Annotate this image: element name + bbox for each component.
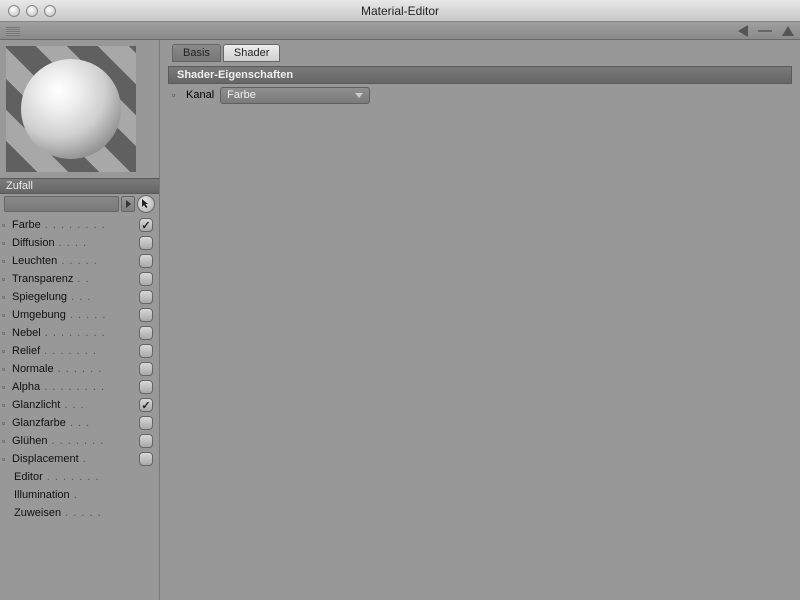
content-area: Basis Shader Shader-Eigenschaften ▫ Kana… bbox=[160, 40, 800, 600]
expand-icon[interactable]: ▫ bbox=[2, 436, 10, 446]
channel-gluehen[interactable]: ▫Glühen . . . . . . . bbox=[0, 432, 159, 450]
sub-item-editor[interactable]: Editor . . . . . . . bbox=[0, 468, 159, 486]
channel-label: Glühen . . . . . . . bbox=[12, 435, 139, 447]
grip-icon[interactable] bbox=[6, 26, 20, 36]
channel-checkbox[interactable] bbox=[139, 434, 153, 448]
channel-label: Alpha . . . . . . . . bbox=[12, 381, 139, 393]
channel-nebel[interactable]: ▫Nebel . . . . . . . . bbox=[0, 324, 159, 342]
expand-icon[interactable]: ▫ bbox=[2, 364, 10, 374]
sub-item-label: Illumination . bbox=[14, 489, 153, 501]
section-header: Shader-Eigenschaften bbox=[168, 66, 792, 84]
nav-up-icon[interactable] bbox=[782, 26, 794, 36]
channel-checkbox[interactable] bbox=[139, 452, 153, 466]
channel-label: Displacement . bbox=[12, 453, 139, 465]
toolbar bbox=[0, 22, 800, 40]
sub-item-label: Zuweisen . . . . . bbox=[14, 507, 153, 519]
channel-checkbox[interactable] bbox=[139, 326, 153, 340]
channel-label: Spiegelung . . . bbox=[12, 291, 139, 303]
channel-spiegelung[interactable]: ▫Spiegelung . . . bbox=[0, 288, 159, 306]
expand-icon[interactable]: ▫ bbox=[2, 292, 10, 302]
channel-label: Glanzlicht . . . bbox=[12, 399, 139, 411]
zoom-button[interactable] bbox=[44, 5, 56, 17]
cursor-arrow-icon bbox=[140, 198, 152, 210]
channel-label: Umgebung . . . . . bbox=[12, 309, 139, 321]
channel-glanzlicht[interactable]: ▫Glanzlicht . . . bbox=[0, 396, 159, 414]
channel-diffusion[interactable]: ▫Diffusion . . . . bbox=[0, 234, 159, 252]
tab-basis[interactable]: Basis bbox=[172, 44, 221, 62]
tab-bar: Basis Shader bbox=[172, 44, 792, 62]
channel-checkbox[interactable] bbox=[139, 344, 153, 358]
tab-shader[interactable]: Shader bbox=[223, 44, 280, 62]
channel-label: Diffusion . . . . bbox=[12, 237, 139, 249]
expand-icon[interactable]: ▫ bbox=[2, 400, 10, 410]
channel-checkbox[interactable] bbox=[139, 236, 153, 250]
channel-label: Glanzfarbe . . . bbox=[12, 417, 139, 429]
channel-label: Transparenz . . bbox=[12, 273, 139, 285]
channel-checkbox[interactable] bbox=[139, 362, 153, 376]
channel-relief[interactable]: ▫Relief . . . . . . . bbox=[0, 342, 159, 360]
expand-icon[interactable]: ▫ bbox=[2, 274, 10, 284]
minimize-button[interactable] bbox=[26, 5, 38, 17]
window-title: Material-Editor bbox=[361, 4, 439, 18]
material-preview[interactable] bbox=[6, 46, 136, 172]
property-row-kanal: ▫ Kanal Farbe bbox=[168, 84, 792, 106]
kanal-select[interactable]: Farbe bbox=[220, 87, 370, 104]
channel-farbe[interactable]: ▫Farbe . . . . . . . . bbox=[0, 216, 159, 234]
channel-label: Farbe . . . . . . . . bbox=[12, 219, 139, 231]
expand-icon[interactable]: ▫ bbox=[2, 454, 10, 464]
channel-leuchten[interactable]: ▫Leuchten . . . . . bbox=[0, 252, 159, 270]
kanal-value: Farbe bbox=[227, 89, 256, 101]
expand-icon[interactable]: ▫ bbox=[2, 328, 10, 338]
expand-icon[interactable]: ▫ bbox=[2, 418, 10, 428]
channel-alpha[interactable]: ▫Alpha . . . . . . . . bbox=[0, 378, 159, 396]
shader-select-field[interactable] bbox=[4, 196, 119, 212]
expand-icon[interactable]: ▫ bbox=[2, 382, 10, 392]
sub-item-illumination[interactable]: Illumination . bbox=[0, 486, 159, 504]
channel-checkbox[interactable] bbox=[139, 218, 153, 232]
chevron-down-icon bbox=[355, 93, 363, 98]
sidebar: Zufall ▫Farbe . . . . . . . .▫Diffusion … bbox=[0, 40, 160, 600]
channel-label: Normale . . . . . . bbox=[12, 363, 139, 375]
expand-icon[interactable]: ▫ bbox=[2, 256, 10, 266]
expand-icon[interactable]: ▫ bbox=[2, 346, 10, 356]
expand-icon[interactable]: ▫ bbox=[172, 90, 180, 100]
channel-displacement[interactable]: ▫Displacement . bbox=[0, 450, 159, 468]
nav-divider bbox=[758, 30, 772, 32]
channel-label: Leuchten . . . . . bbox=[12, 255, 139, 267]
channel-transparenz[interactable]: ▫Transparenz . . bbox=[0, 270, 159, 288]
expand-icon[interactable]: ▫ bbox=[2, 220, 10, 230]
channel-checkbox[interactable] bbox=[139, 416, 153, 430]
nav-back-icon[interactable] bbox=[738, 25, 748, 37]
expand-icon[interactable]: ▫ bbox=[2, 310, 10, 320]
close-button[interactable] bbox=[8, 5, 20, 17]
sub-item-zuweisen[interactable]: Zuweisen . . . . . bbox=[0, 504, 159, 522]
channel-checkbox[interactable] bbox=[139, 254, 153, 268]
expand-icon[interactable]: ▫ bbox=[2, 238, 10, 248]
sub-item-label: Editor . . . . . . . bbox=[14, 471, 153, 483]
preview-sphere bbox=[21, 59, 121, 159]
channel-normale[interactable]: ▫Normale . . . . . . bbox=[0, 360, 159, 378]
triangle-right-icon bbox=[126, 200, 131, 208]
titlebar: Material-Editor bbox=[0, 0, 800, 22]
channel-umgebung[interactable]: ▫Umgebung . . . . . bbox=[0, 306, 159, 324]
channel-label: Relief . . . . . . . bbox=[12, 345, 139, 357]
channel-list: ▫Farbe . . . . . . . .▫Diffusion . . . .… bbox=[0, 214, 159, 526]
kanal-label: Kanal bbox=[186, 89, 214, 101]
shader-dropdown-button[interactable] bbox=[121, 196, 135, 212]
channel-glanzfarbe[interactable]: ▫Glanzfarbe . . . bbox=[0, 414, 159, 432]
channel-checkbox[interactable] bbox=[139, 380, 153, 394]
channel-checkbox[interactable] bbox=[139, 290, 153, 304]
traffic-lights bbox=[8, 5, 56, 17]
channel-checkbox[interactable] bbox=[139, 308, 153, 322]
channel-checkbox[interactable] bbox=[139, 398, 153, 412]
channel-label: Nebel . . . . . . . . bbox=[12, 327, 139, 339]
channel-checkbox[interactable] bbox=[139, 272, 153, 286]
navigate-button[interactable] bbox=[137, 195, 155, 213]
material-name-label: Zufall bbox=[0, 178, 159, 194]
